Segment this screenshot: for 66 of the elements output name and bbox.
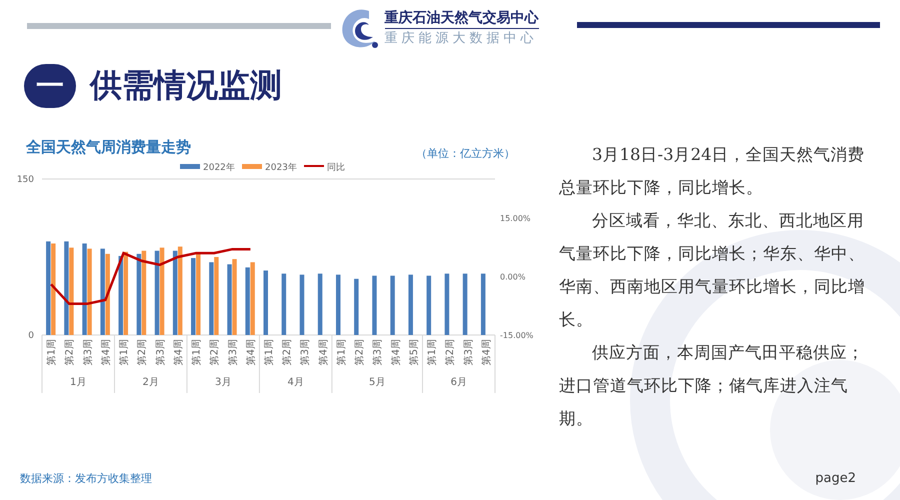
bar (264, 270, 268, 335)
axis-category-label: 第3周 (228, 339, 239, 366)
axis-group-label: 2月 (142, 377, 159, 388)
axis-tick-label: -15.00% (500, 331, 534, 340)
section-number-badge: 一 (24, 64, 76, 108)
axis-tick-label: 0.00% (500, 272, 526, 282)
bar (318, 274, 322, 335)
bar (462, 274, 468, 335)
axis-category-label: 第5周 (408, 339, 420, 366)
axis-category-label: 第3周 (463, 339, 474, 366)
legend-label: 2023年 (265, 163, 297, 173)
axis-category-label: 第2周 (354, 339, 366, 366)
axis-group-label: 5月 (369, 377, 386, 388)
summary-paragraph: 供应方面，本周国产气田平稳供应；进口管道气环比下降；储气库进入注气期。 (559, 342, 865, 430)
axis-category-label: 第2周 (64, 339, 76, 366)
axis-category-label: 第1周 (336, 339, 348, 366)
bar (336, 274, 340, 335)
axis-category-label: 第3周 (300, 339, 312, 366)
bar (426, 276, 432, 335)
axis-group-label: 4月 (288, 377, 304, 388)
bar (372, 276, 377, 335)
legend-line-icon (304, 165, 324, 167)
axis-category-label: 第3周 (155, 339, 166, 366)
bar (444, 274, 450, 335)
organization-subname: 重庆能源大数据中心 (384, 30, 538, 47)
axis-tick-label: 0 (28, 331, 34, 341)
axis-tick-label: 150 (16, 175, 34, 185)
legend-label: 同比 (327, 163, 345, 173)
chart-title: 全国天然气周消费量走势 (26, 138, 191, 157)
unit-label: （单位：亿立方米） (416, 146, 515, 161)
summary-paragraph: 3月18日-3月24日，全国天然气消费总量环比下降，同比增长。 (559, 144, 866, 199)
bar (300, 274, 304, 335)
bar (390, 276, 395, 335)
legend-swatch-icon (242, 164, 262, 169)
axis-category-label: 第2周 (210, 339, 221, 366)
axis-group-label: 1月 (70, 377, 86, 388)
axis-category-label: 第4周 (246, 339, 257, 366)
axis-category-label: 第1周 (192, 339, 203, 366)
axis-category-label: 第4周 (318, 339, 330, 366)
axis-tick-label: 15.00% (500, 214, 531, 223)
axis-category-label: 第4周 (173, 339, 184, 366)
axis-group-label: 3月 (215, 377, 232, 388)
data-source-note: 数据来源：发布方收集整理 (20, 471, 152, 486)
summary-paragraph: 分区域看，华北、东北、西北地区用气量环比下降，同比增长；华东、华中、华南、西南地区用气量环比增长，同比增长。 (559, 210, 866, 331)
axis-category-label: 第4周 (100, 339, 112, 366)
organization-name: 重庆石油天然气交易中心 (384, 9, 538, 29)
page-number: page2 (815, 471, 856, 486)
bar (354, 278, 359, 335)
bar (282, 274, 286, 335)
axis-category-label: 第1周 (264, 339, 275, 366)
axis-category-label: 第1周 (119, 339, 130, 366)
section-title: 供需情况监测 (90, 65, 282, 106)
axis-category-label: 第2周 (137, 339, 148, 366)
legend-swatch-icon (180, 164, 200, 169)
axis-category-label: 第3周 (82, 339, 94, 366)
axis-category-label: 第4周 (481, 339, 492, 366)
axis-category-label: 第2周 (445, 339, 456, 366)
axis-group-label: 6月 (450, 377, 467, 388)
axis-category-label: 第2周 (282, 339, 294, 366)
bar (408, 274, 413, 335)
axis-category-label: 第4周 (390, 339, 402, 366)
axis-category-label: 第1周 (427, 339, 438, 366)
axis-category-label: 第1周 (46, 339, 58, 366)
legend-label: 2022年 (203, 163, 235, 173)
axis-category-label: 第3周 (372, 339, 384, 366)
bar (480, 274, 486, 335)
